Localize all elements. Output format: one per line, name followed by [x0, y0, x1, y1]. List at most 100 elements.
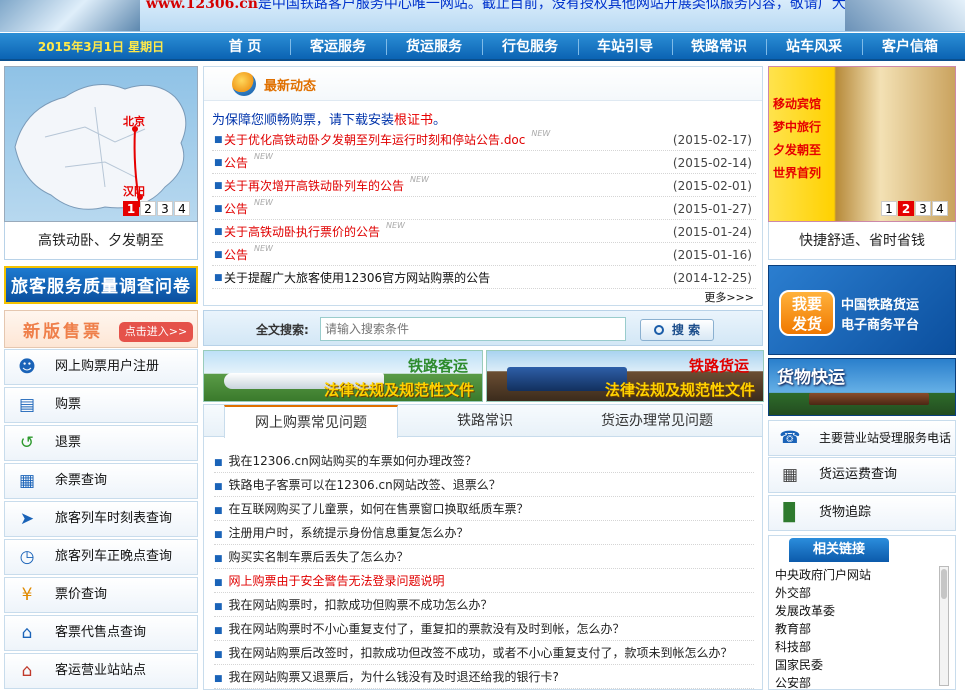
- related-link[interactable]: 中央政府门户网站: [775, 566, 871, 584]
- freight-law-banner[interactable]: 铁路货运 法律法规及规范性文件: [486, 350, 764, 402]
- faq-item[interactable]: ■ 购买实名制车票后丢失了怎么办？: [214, 545, 754, 569]
- faq-item[interactable]: ■ 网上购票由于安全警告无法登录问题说明: [214, 569, 754, 593]
- bullet-icon: ■: [214, 250, 223, 260]
- faq-item[interactable]: ■ 我在网站购票又退票后，为什么钱没有及时退还给我的银行卡?: [214, 665, 754, 689]
- news-item[interactable]: ■ 公告 NEW (2015-01-16): [212, 244, 756, 266]
- pager-button[interactable]: 2: [140, 201, 156, 216]
- left-item-buy[interactable]: ▤ 购票: [4, 387, 198, 423]
- ticket-icon: ▤: [18, 395, 36, 415]
- faq-item[interactable]: ■ 注册用户时，系统提示身份信息重复怎么办？: [214, 521, 754, 545]
- pager-button[interactable]: 4: [932, 201, 948, 216]
- map-label-beijing: 北京: [123, 114, 145, 128]
- news-item[interactable]: ■ 关于高铁动卧执行票价的公告 NEW (2015-01-24): [212, 221, 756, 243]
- news-item[interactable]: ■ 关于优化高铁动卧夕发朝至列车运行时刻和停站公告.doc NEW (2015-0…: [212, 129, 756, 151]
- search-button[interactable]: 搜 索: [640, 319, 714, 341]
- related-link[interactable]: 教育部: [775, 620, 871, 638]
- nav-item-passenger[interactable]: 客运服务: [290, 33, 386, 61]
- root-cert-link[interactable]: 根证书: [394, 113, 433, 128]
- news-item[interactable]: ■ 公告 NEW (2015-02-14): [212, 152, 756, 174]
- price-icon: ¥: [21, 585, 33, 605]
- nav-item-station-guide[interactable]: 车站引导: [578, 33, 672, 61]
- left-item-agency[interactable]: ⌂ 客票代售点查询: [4, 615, 198, 651]
- left-item-price[interactable]: ¥ 票价查询: [4, 577, 198, 613]
- news-item[interactable]: ■ 关于提醒广大旅客使用12306官方网站购票的公告 (2014-12-25): [212, 267, 756, 289]
- left-item-register[interactable]: ☻ 网上购票用户注册: [4, 349, 198, 385]
- faq-item-text: 我在网站购票又退票后，为什么钱没有及时退还给我的银行卡?: [228, 670, 559, 684]
- right-item-phone[interactable]: ☎ 主要营业站受理服务电话: [768, 420, 956, 456]
- law-banner-subtitle: 法律法规及规范性文件: [323, 381, 474, 399]
- platform-line: 中国铁路货运: [841, 298, 920, 313]
- news-item-text: 公告: [224, 156, 249, 170]
- left-item-station[interactable]: ⌂ 客运营业站站点: [4, 653, 198, 689]
- news-item-date: (2014-12-25): [672, 271, 752, 285]
- nav-item-mailbox[interactable]: 客户信箱: [862, 33, 958, 61]
- right-item-label: 货运运费查询: [819, 467, 898, 482]
- tab-online-ticket-faq[interactable]: 网上购票常见问题: [224, 405, 398, 438]
- news-item-text: 公告: [224, 248, 249, 262]
- news-item[interactable]: ■ 公告 NEW (2015-01-27): [212, 198, 756, 220]
- scrollbar-thumb[interactable]: [941, 569, 947, 599]
- phone-icon: ☎: [779, 428, 801, 448]
- freight-ecommerce-banner[interactable]: 我要 发货 中国铁路货运 电子商务平台: [768, 265, 956, 355]
- left-item-delay[interactable]: ◷ 旅客列车正晚点查询: [4, 539, 198, 575]
- left-item-refund[interactable]: ↺ 退票: [4, 425, 198, 461]
- freight-train-icon: ▉: [783, 503, 797, 523]
- pager-button[interactable]: 4: [174, 201, 190, 216]
- banner-notice: www.12306.cn是中国铁路客户服务中心唯一网站。截止目前，没有授权其他网…: [146, 0, 902, 13]
- faq-item[interactable]: ■ 我在网站购票后改签时，扣款成功但改签不成功，或者不小心重复支付了，款项未到帐怎…: [214, 641, 754, 665]
- nav-item-station-style[interactable]: 站车风采: [766, 33, 862, 61]
- pager-button[interactable]: 3: [157, 201, 173, 216]
- passenger-law-banner[interactable]: 铁路客运 法律法规及规范性文件: [203, 350, 483, 402]
- nav-item-freight[interactable]: 货运服务: [386, 33, 482, 61]
- right-item-freight-fee[interactable]: ▦ 货运运费查询: [768, 457, 956, 493]
- sleeper-train-slideshow[interactable]: 移动宾馆 梦中旅行 夕发朝至 世界首列 1 2 3 4: [768, 66, 956, 222]
- related-link[interactable]: 发展改革委: [775, 602, 871, 620]
- related-links-title: 相关链接: [789, 538, 889, 562]
- right-item-label: 主要营业站受理服务电话: [819, 431, 952, 445]
- faq-item[interactable]: ■ 铁路电子客票可以在12306.cn网站改签、退票么？: [214, 473, 754, 497]
- faq-item[interactable]: ■ 我在12306.cn网站购买的车票如何办理改签？: [214, 449, 754, 473]
- news-header: 最新动态: [204, 67, 762, 101]
- news-item-text: 关于再次增开高铁动卧列车的公告: [224, 179, 405, 193]
- faq-item[interactable]: ■ 我在网站购票时，扣款成功但购票不成功怎么办？: [214, 593, 754, 617]
- bullet-icon: ■: [214, 458, 223, 468]
- faq-item[interactable]: ■ 我在网站购票时不小心重复支付了，重复扣的票款没有及时到帐，怎么办？: [214, 617, 754, 641]
- express-freight-banner[interactable]: 货物快运: [768, 358, 956, 416]
- news-item-text: 关于优化高铁动卧夕发朝至列车运行时刻和停站公告.doc: [224, 133, 526, 147]
- links-scrollbar[interactable]: [939, 566, 949, 686]
- nav-item-home[interactable]: 首 页: [202, 33, 288, 61]
- enter-new-ticketing-button[interactable]: 点击进入>>: [119, 322, 193, 342]
- new-badge: NEW: [531, 129, 551, 138]
- map-slideshow[interactable]: 北京 汉阳 1 2 3 4: [4, 66, 198, 222]
- tab-railway-knowledge[interactable]: 铁路常识: [410, 405, 560, 437]
- related-link[interactable]: 外交部: [775, 584, 871, 602]
- pager-button[interactable]: 2: [898, 201, 914, 216]
- main-nav: 2015年3月1日 星期日 首 页 客运服务 货运服务 行包服务 车站引导 铁路…: [0, 33, 965, 61]
- faq-item-text: 铁路电子客票可以在12306.cn网站改签、退票么？: [228, 478, 501, 492]
- right-item-tracking[interactable]: ▉ 货物追踪: [768, 495, 956, 531]
- news-title: 最新动态: [264, 79, 317, 94]
- faq-item[interactable]: ■ 在互联网购买了儿童票，如何在售票窗口换取纸质车票？: [214, 497, 754, 521]
- related-link[interactable]: 科技部: [775, 638, 871, 656]
- bullet-icon: ■: [214, 227, 223, 237]
- ad-line: 移动宾馆: [773, 97, 822, 111]
- new-ticketing-banner[interactable]: 新版售票 点击进入>>: [4, 310, 198, 348]
- survey-banner[interactable]: 旅客服务质量调查问卷: [4, 266, 198, 304]
- more-news-link[interactable]: 更多>>>: [704, 289, 754, 305]
- pager-button[interactable]: 3: [915, 201, 931, 216]
- china-map-image: 北京 汉阳: [14, 84, 187, 210]
- related-link[interactable]: 公安部: [775, 674, 871, 690]
- news-item[interactable]: ■ 关于再次增开高铁动卧列车的公告 NEW (2015-02-01): [212, 175, 756, 197]
- nav-item-railway-knowledge[interactable]: 铁路常识: [672, 33, 766, 61]
- news-panel: 最新动态 为保障您顺畅购票，请下载安装根证书。 ■ 关于优化高铁动卧夕发朝至列车…: [203, 66, 763, 306]
- search-input[interactable]: [320, 317, 626, 341]
- nav-item-parcel[interactable]: 行包服务: [482, 33, 578, 61]
- badge-line: 发货: [791, 315, 822, 333]
- tab-freight-faq[interactable]: 货运办理常见问题: [574, 405, 740, 437]
- pager-button[interactable]: 1: [881, 201, 897, 216]
- left-item-remaining[interactable]: ▦ 余票查询: [4, 463, 198, 499]
- related-link[interactable]: 国家民委: [775, 656, 871, 674]
- globe-icon: [232, 72, 256, 96]
- pager-button[interactable]: 1: [123, 201, 139, 216]
- left-item-schedule[interactable]: ➤ 旅客列车时刻表查询: [4, 501, 198, 537]
